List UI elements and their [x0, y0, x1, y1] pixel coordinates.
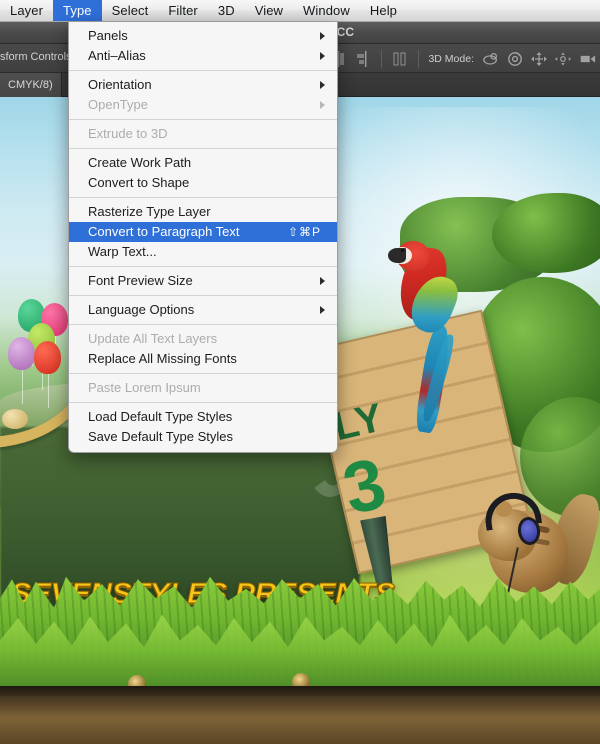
slide-3d-icon[interactable]: [554, 50, 572, 67]
three-d-mode-label: 3D Mode:: [428, 52, 474, 65]
menu-item-font-preview-size[interactable]: Font Preview Size: [69, 271, 337, 291]
menu-item-opentype: OpenType: [69, 95, 337, 115]
distribute-icon[interactable]: [391, 50, 409, 67]
nest-egg: [2, 409, 28, 429]
menu-item-label: OpenType: [88, 97, 148, 112]
menu-item-convert-to-paragraph-text[interactable]: Convert to Paragraph Text ⇧⌘P: [69, 222, 337, 242]
soil-surface: [0, 686, 600, 696]
menu-item-label: Anti–Alias: [88, 48, 146, 63]
submenu-arrow-icon: [320, 52, 325, 60]
menu-separator: [69, 197, 337, 198]
document-tab[interactable]: CMYK/8): [0, 73, 62, 97]
menu-item-panels[interactable]: Panels: [69, 26, 337, 46]
photoshop-window: oshop CC sform Controls 3D Mode:: [0, 0, 600, 744]
submenu-arrow-icon: [320, 32, 325, 40]
menu-item-label: Create Work Path: [88, 155, 192, 170]
menu-item-extrude-to-3d: Extrude to 3D: [69, 124, 337, 144]
menubar-item-filter[interactable]: Filter: [158, 0, 208, 21]
menu-item-label: Save Default Type Styles: [88, 429, 234, 444]
menu-item-orientation[interactable]: Orientation: [69, 75, 337, 95]
scale-3d-icon[interactable]: [578, 50, 596, 67]
menu-item-label: Load Default Type Styles: [88, 409, 233, 424]
rotate-3d-icon[interactable]: [482, 50, 500, 67]
menu-bar[interactable]: Layer Type Select Filter 3D View Window Help: [0, 0, 600, 22]
menu-item-label: Paste Lorem Ipsum: [88, 380, 201, 395]
menu-item-label: Language Options: [88, 302, 195, 317]
menu-item-label: Extrude to 3D: [88, 126, 168, 141]
menu-item-label: Convert to Paragraph Text: [88, 224, 240, 239]
transform-controls-label: sform Controls: [0, 51, 72, 63]
toolbar-separator-2: [418, 49, 420, 68]
menu-item-update-all-text-layers: Update All Text Layers: [69, 329, 337, 349]
menu-item-warp-text[interactable]: Warp Text...: [69, 242, 337, 262]
align-right-icon[interactable]: [354, 50, 372, 67]
menubar-item-help[interactable]: Help: [360, 0, 407, 21]
sign-number: 3: [336, 443, 394, 531]
menu-item-label: Replace All Missing Fonts: [88, 351, 237, 366]
submenu-arrow-icon: [320, 81, 325, 89]
menu-item-label: Convert to Shape: [88, 175, 190, 190]
menu-item-label: Font Preview Size: [88, 273, 193, 288]
parrot-eye: [401, 249, 404, 252]
menu-item-convert-to-shape[interactable]: Convert to Shape: [69, 173, 337, 193]
menubar-item-type[interactable]: Type: [53, 0, 102, 21]
submenu-arrow-icon: [320, 101, 325, 109]
parrot-illustration: [388, 237, 468, 437]
menu-item-label: Update All Text Layers: [88, 331, 218, 346]
menubar-item-window[interactable]: Window: [293, 0, 360, 21]
menu-separator: [69, 324, 337, 325]
menubar-item-3d[interactable]: 3D: [208, 0, 245, 21]
soil-layer: [0, 686, 600, 744]
menubar-item-view[interactable]: View: [245, 0, 293, 21]
menu-item-label: Orientation: [88, 77, 152, 92]
menu-item-create-work-path[interactable]: Create Work Path: [69, 153, 337, 173]
menu-item-language-options[interactable]: Language Options: [69, 300, 337, 320]
type-dropdown-menu[interactable]: Panels Anti–Alias Orientation OpenType Extru…: [68, 22, 338, 453]
submenu-arrow-icon: [320, 277, 325, 285]
balloon-purple: [8, 337, 35, 404]
menu-item-save-default-type-styles[interactable]: Save Default Type Styles: [69, 427, 337, 447]
sign-text: LY: [329, 395, 388, 450]
menu-separator: [69, 70, 337, 71]
menubar-item-layer[interactable]: Layer: [0, 0, 53, 21]
menu-item-anti-alias[interactable]: Anti–Alias: [69, 46, 337, 66]
menu-separator: [69, 373, 337, 374]
menu-separator: [69, 402, 337, 403]
menu-item-rasterize-type-layer[interactable]: Rasterize Type Layer: [69, 202, 337, 222]
menu-separator: [69, 148, 337, 149]
menu-item-paste-lorem-ipsum: Paste Lorem Ipsum: [69, 378, 337, 398]
toolbar-separator: [381, 49, 383, 68]
menu-item-label: Rasterize Type Layer: [88, 204, 211, 219]
menu-item-shortcut: ⇧⌘P: [287, 225, 321, 239]
menu-item-load-default-type-styles[interactable]: Load Default Type Styles: [69, 407, 337, 427]
menu-separator: [69, 266, 337, 267]
menu-item-label: Warp Text...: [88, 244, 157, 259]
menubar-item-select[interactable]: Select: [102, 0, 159, 21]
roll-3d-icon[interactable]: [506, 50, 524, 67]
menu-item-label: Panels: [88, 28, 128, 43]
menu-item-replace-all-missing-fonts[interactable]: Replace All Missing Fonts: [69, 349, 337, 369]
drag-3d-icon[interactable]: [530, 50, 548, 67]
submenu-arrow-icon: [320, 306, 325, 314]
menu-separator: [69, 119, 337, 120]
options-bar-right-group: 3D Mode:: [330, 44, 596, 73]
menu-separator: [69, 295, 337, 296]
